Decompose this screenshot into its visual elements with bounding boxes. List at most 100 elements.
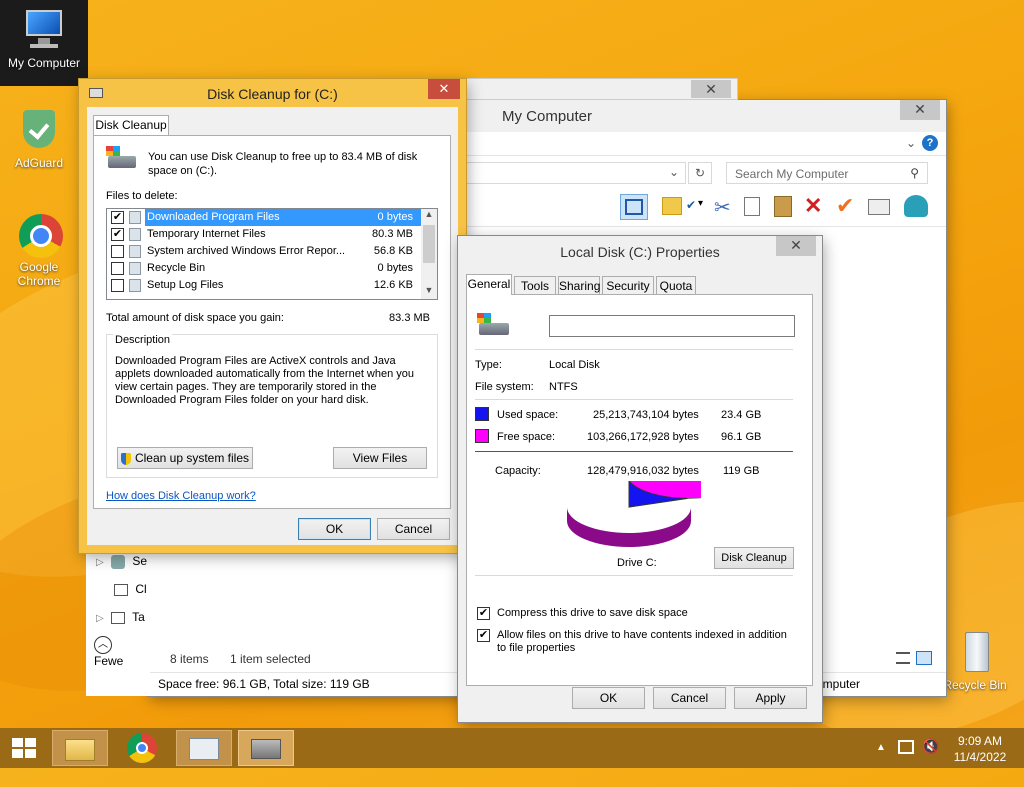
tab-tools[interactable]: Tools — [514, 276, 556, 296]
refresh-icon[interactable]: ↻ — [688, 162, 712, 184]
compress-checkbox[interactable]: ✔ — [477, 607, 490, 620]
clock-time[interactable]: 9:09 AM — [950, 734, 1010, 748]
file-row[interactable]: Recycle Bin 0 bytes — [107, 260, 421, 277]
cleanup-ok-button[interactable]: OK — [298, 518, 371, 540]
rename-check-icon[interactable]: ✔ — [836, 193, 854, 219]
copy-icon[interactable] — [744, 197, 760, 216]
taskbar-disk-cleanup[interactable] — [238, 730, 294, 766]
scroll-down-icon[interactable]: ▼ — [421, 285, 437, 299]
desktop-icon-my-computer[interactable]: My Computer — [0, 0, 88, 86]
help-link[interactable]: How does Disk Cleanup work? — [106, 490, 256, 502]
file-type-icon — [129, 228, 141, 241]
checkmark-icon[interactable]: ✔ — [686, 198, 696, 212]
file-type-icon — [129, 245, 141, 258]
taskbar-chrome[interactable] — [114, 730, 170, 766]
nav-item-settings[interactable]: ▷ Se — [96, 554, 147, 569]
file-checkbox[interactable] — [111, 262, 124, 275]
fs-label: File system: — [475, 381, 534, 393]
dropdown-icon[interactable]: ▾ — [698, 198, 703, 209]
chevron-down-icon[interactable]: ⌄ — [669, 165, 679, 179]
explorer-back-titlebar: ✕ — [458, 78, 738, 100]
file-row[interactable]: ✔ Temporary Internet Files 80.3 MB — [107, 226, 421, 243]
file-type-icon — [129, 262, 141, 275]
status-items: 8 items — [170, 652, 209, 666]
scroll-thumb[interactable] — [423, 225, 435, 263]
view-tiles-icon[interactable] — [916, 651, 932, 665]
free-bytes: 103,266,172,928 bytes — [587, 431, 699, 443]
view-files-button[interactable]: View Files — [333, 447, 427, 469]
chrome-center-icon — [136, 742, 148, 754]
file-row[interactable]: System archived Windows Error Repor... 56… — [107, 243, 421, 260]
delete-icon[interactable]: ✕ — [804, 193, 822, 219]
shell-icon[interactable] — [904, 195, 928, 217]
nav-item-task[interactable]: ▷ Ta — [96, 610, 145, 624]
description-label: Description — [113, 334, 173, 346]
task-icon — [111, 611, 126, 624]
cleanup-tab-panel: You can use Disk Cleanup to free up to 8… — [93, 135, 451, 509]
file-row[interactable]: Setup Log Files 12.6 KB — [107, 277, 421, 294]
chevron-down-icon[interactable]: ⌄ — [906, 136, 916, 150]
tab-security[interactable]: Security — [602, 276, 654, 296]
clock-date[interactable]: 11/4/2022 — [950, 750, 1010, 764]
separator — [475, 399, 793, 400]
tab-sharing[interactable]: Sharing — [558, 276, 600, 296]
file-checkbox[interactable]: ✔ — [111, 228, 124, 241]
file-type-icon — [129, 279, 141, 292]
file-row[interactable]: ✔ Downloaded Program Files 0 bytes — [107, 209, 421, 226]
volume-muted-icon[interactable]: 🔇 — [922, 738, 939, 755]
status-selected: 1 item selected — [230, 652, 311, 666]
nav-item-control[interactable]: Cl — [114, 582, 147, 596]
cleanup-title: Disk Cleanup for (C:) — [207, 86, 338, 102]
chevron-up-icon: ︿ — [94, 636, 112, 654]
scroll-up-icon[interactable]: ▲ — [421, 209, 437, 223]
file-checkbox[interactable] — [111, 279, 124, 292]
paste-icon[interactable] — [774, 196, 792, 217]
properties-apply-button[interactable]: Apply — [734, 687, 807, 709]
disk-cleanup-button[interactable]: Disk Cleanup — [714, 547, 794, 569]
tray-chevron-icon[interactable]: ▲ — [876, 742, 886, 753]
view-details-icon[interactable] — [896, 652, 910, 664]
cut-icon[interactable]: ✂ — [714, 195, 731, 220]
file-size: 0 bytes — [377, 211, 413, 223]
layout-pane-icon[interactable] — [620, 194, 648, 220]
file-checkbox[interactable]: ✔ — [111, 211, 124, 224]
scrollbar[interactable]: ▲ ▼ — [421, 209, 437, 299]
fewer-details-label: Fewe — [94, 654, 124, 668]
properties-icon[interactable] — [868, 199, 890, 215]
volume-label-input[interactable] — [549, 315, 795, 337]
cleanup-cancel-button[interactable]: Cancel — [377, 518, 450, 540]
desktop-icon-recycle-bin[interactable]: Recycle Bin — [936, 630, 1014, 692]
tab-disk-cleanup[interactable]: Disk Cleanup — [93, 115, 169, 135]
help-icon[interactable]: ? — [922, 135, 938, 151]
start-button[interactable] — [0, 728, 48, 768]
index-checkbox[interactable]: ✔ — [477, 629, 490, 642]
computer-icon — [22, 8, 66, 52]
cleanup-close-button[interactable]: ✕ — [428, 79, 460, 99]
desktop-icon-chrome[interactable]: Google Chrome — [0, 212, 78, 288]
folder-icon[interactable] — [662, 197, 682, 215]
fewer-details-button[interactable]: ︿ Fewe — [94, 636, 150, 668]
back-window-close-button[interactable]: ✕ — [691, 80, 731, 98]
tab-general[interactable]: General — [466, 274, 512, 295]
files-list[interactable]: ✔ Downloaded Program Files 0 bytes ✔ Tempora… — [106, 208, 438, 300]
properties-ok-button[interactable]: OK — [572, 687, 645, 709]
properties-cancel-button[interactable]: Cancel — [653, 687, 726, 709]
explorer-close-button[interactable]: ✕ — [900, 100, 940, 120]
type-value: Local Disk — [549, 359, 600, 371]
disk-cleanup-dialog: Disk Cleanup for (C:) ✕ Disk Cleanup You… — [79, 79, 466, 553]
folder-icon — [65, 739, 95, 761]
desktop-icon-label: AdGuard — [14, 156, 64, 170]
taskbar-explorer[interactable] — [52, 730, 108, 766]
separator — [475, 349, 793, 350]
network-icon[interactable] — [898, 740, 914, 754]
file-checkbox[interactable] — [111, 245, 124, 258]
taskbar-disk-properties[interactable] — [176, 730, 232, 766]
clean-up-system-files-button[interactable]: Clean up system files — [117, 447, 253, 469]
properties-close-button[interactable]: ✕ — [776, 236, 816, 256]
free-swatch — [475, 429, 489, 443]
tab-quota[interactable]: Quota — [656, 276, 696, 296]
used-gb: 23.4 GB — [721, 409, 762, 421]
search-input[interactable]: Search My Computer ⚲ — [726, 162, 928, 184]
desktop-icon-adguard[interactable]: AdGuard — [0, 108, 78, 170]
drive-label: Drive C: — [617, 557, 657, 569]
